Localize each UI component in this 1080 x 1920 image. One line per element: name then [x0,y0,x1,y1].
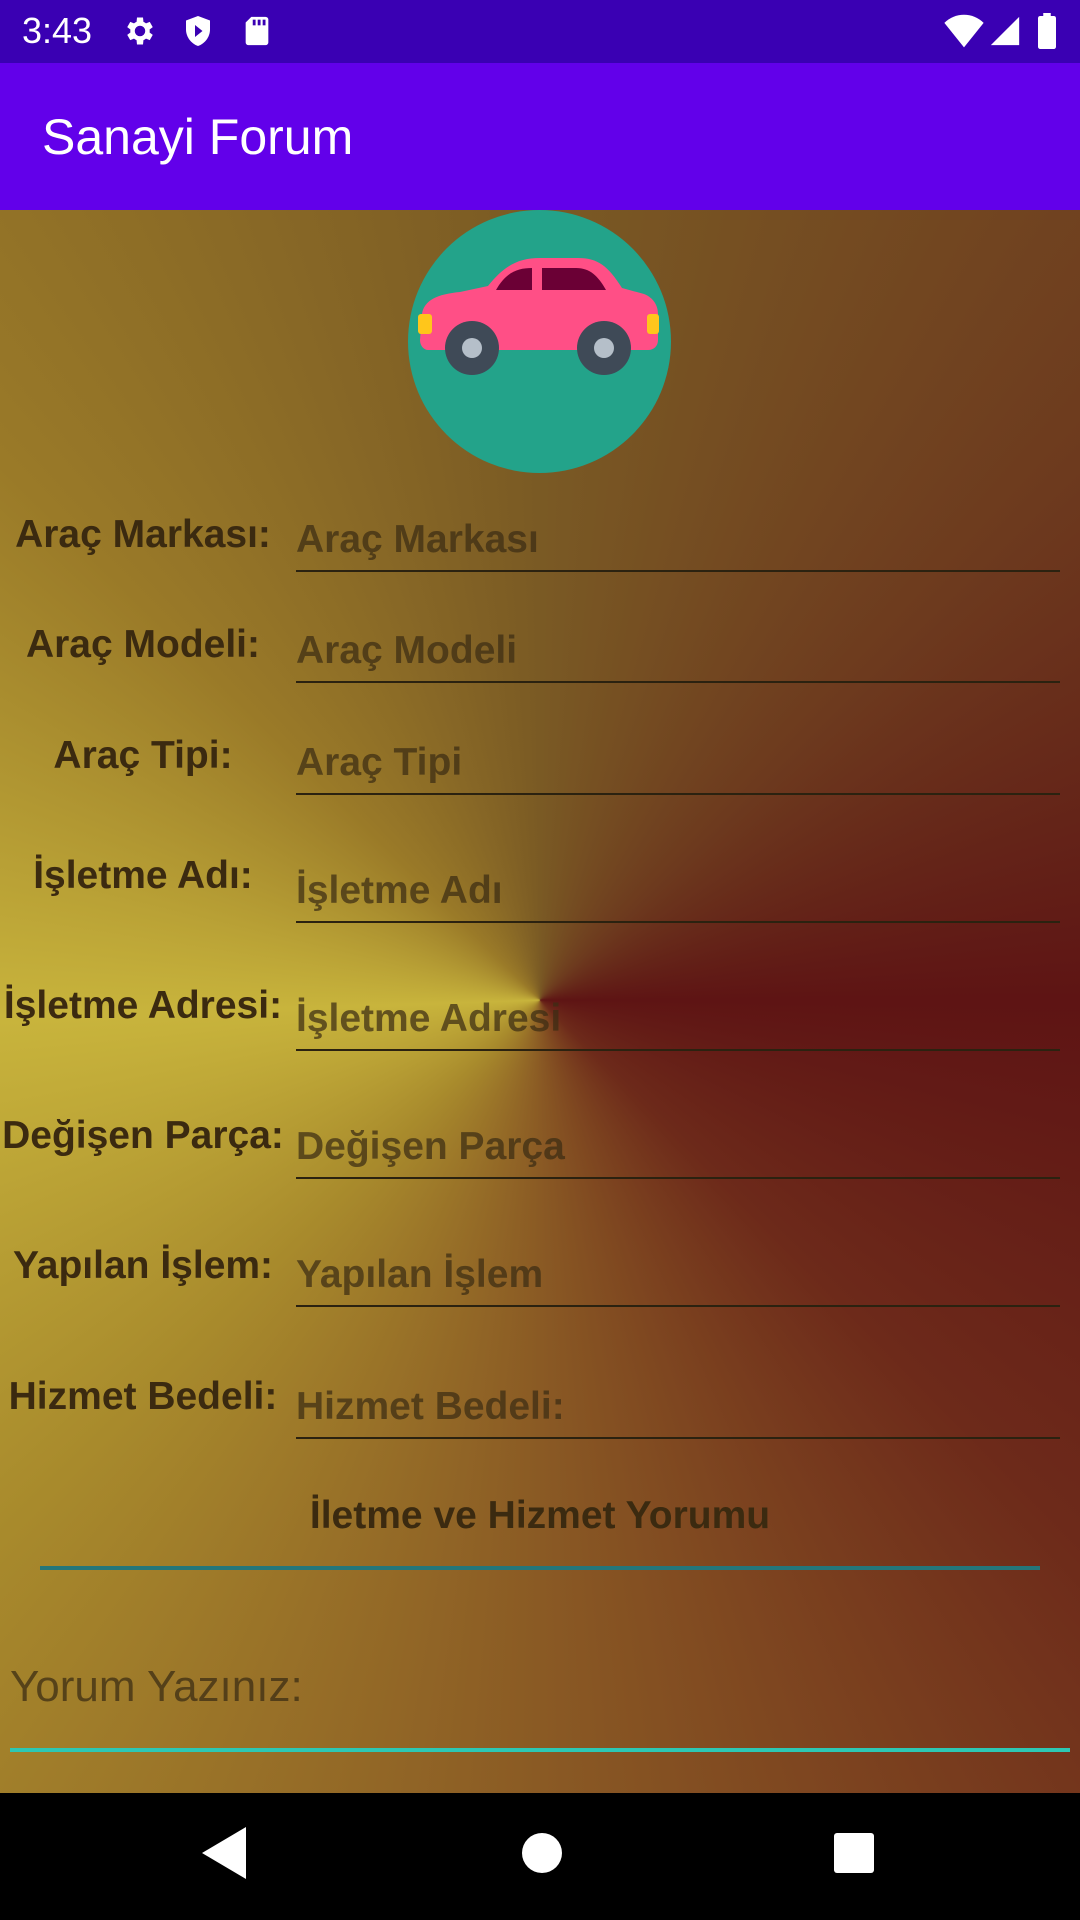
home-icon[interactable] [514,1823,570,1883]
vehicle-avatar [408,210,671,473]
business-address-field[interactable] [296,979,1060,1051]
battery-icon [1038,13,1056,49]
service-fee-input[interactable] [296,1385,1060,1429]
brand-input[interactable] [296,518,1060,562]
changed-part-label: Değişen Parça: [2,1114,284,1157]
model-field[interactable] [296,611,1060,683]
navigation-bar [0,1793,1080,1920]
form-content: Araç Markası: Araç Modeli: Araç Tipi: İş… [0,210,1080,1793]
back-icon[interactable] [196,1823,250,1883]
comment-field[interactable] [10,1640,1070,1752]
status-bar: 3:43 [0,0,1080,63]
gear-icon [127,17,153,45]
recents-icon[interactable] [826,1823,882,1883]
business-name-field[interactable] [296,851,1060,923]
changed-part-input[interactable] [296,1125,1060,1169]
business-address-label: İşletme Adresi: [3,984,283,1027]
operation-field[interactable] [296,1235,1060,1307]
brand-field[interactable] [296,500,1060,572]
app-bar: Sanayi Forum [0,63,1080,210]
model-input[interactable] [296,629,1060,673]
operation-input[interactable] [296,1253,1060,1297]
service-fee-field[interactable] [296,1367,1060,1439]
shield-icon [186,16,210,46]
business-name-label: İşletme Adı: [33,854,253,897]
type-label: Araç Tipi: [53,734,233,777]
comment-heading: İletme ve Hizmet Yorumu [309,1494,771,1537]
app-title: Sanayi Forum [42,109,354,165]
service-fee-label: Hizmet Bedeli: [8,1375,278,1418]
sd-card-icon [245,16,269,46]
model-label: Araç Modeli: [25,623,261,666]
heading-divider [40,1566,1040,1570]
comment-input[interactable] [10,1662,1070,1732]
car-icon [418,258,659,375]
operation-label: Yapılan İşlem: [12,1244,274,1287]
status-time: 3:43 [22,10,93,51]
changed-part-field[interactable] [296,1107,1060,1179]
type-input[interactable] [296,741,1060,785]
business-address-input[interactable] [296,997,1060,1041]
wifi-icon [944,14,984,48]
app-screen: 3:43 Sanayi Forum Araç Markası: Araç Mar… [0,0,1080,1920]
brand-label: Araç Markası: [15,513,271,556]
type-field[interactable] [296,723,1060,795]
signal-icon [990,16,1020,46]
business-name-input[interactable] [296,869,1060,913]
